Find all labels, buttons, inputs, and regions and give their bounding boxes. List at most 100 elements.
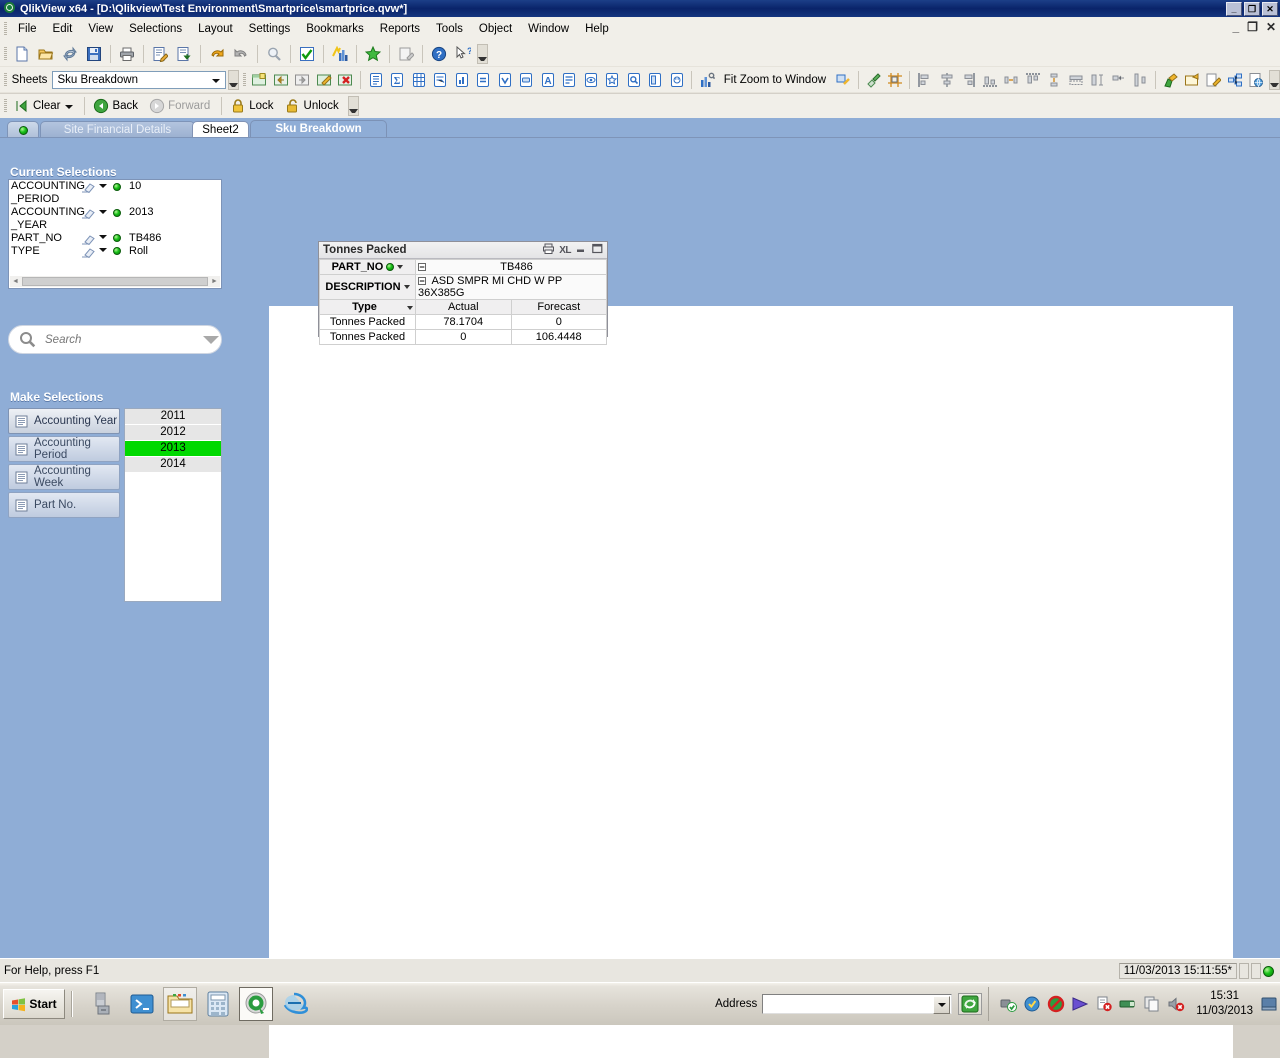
document-restore-button[interactable]: ❐ (1247, 20, 1258, 34)
chart-properties-icon[interactable] (697, 69, 717, 90)
clear-field-eraser-icon[interactable] (81, 206, 99, 219)
window-minimize-button[interactable]: _ (1226, 2, 1242, 16)
scroll-left-arrow-icon[interactable]: ◄ (10, 278, 21, 285)
sheet-tab-sheet2[interactable]: Sheet2 (192, 121, 249, 138)
sheet-status-tab[interactable] (7, 121, 39, 138)
unlock-button[interactable]: Unlock (281, 96, 346, 117)
document-close-button[interactable]: ✕ (1266, 20, 1276, 34)
selection-button-part-no[interactable]: Part No. (8, 492, 120, 518)
remove-sheet-icon[interactable] (336, 69, 356, 90)
row-header-part-no[interactable]: PART_NO (319, 259, 416, 275)
scroll-thumb[interactable] (22, 277, 208, 286)
reload-icon[interactable] (59, 43, 81, 64)
minimize-object-icon[interactable] (576, 243, 587, 257)
statistics-box-icon[interactable]: Σ (387, 69, 407, 90)
cell-actual[interactable]: 78.1704 (415, 314, 512, 330)
text-object-icon[interactable]: A (538, 69, 558, 90)
pivot-table-grid[interactable]: PART_NO − TB486 DESCRIPTION − ASD SMPR M… (319, 259, 607, 345)
sheet-properties-icon[interactable] (314, 69, 334, 90)
back-button[interactable]: Back (89, 96, 145, 117)
menu-file[interactable]: File (10, 20, 45, 38)
list-item-selected[interactable]: 2013 (125, 441, 221, 457)
align-top-icon[interactable] (1023, 69, 1043, 90)
align-bottom-icon[interactable] (980, 69, 1000, 90)
selection-button-accounting-week[interactable]: Accounting Week (8, 464, 120, 490)
new-document-icon[interactable] (11, 43, 33, 64)
search-object[interactable] (8, 325, 222, 354)
address-input[interactable] (762, 994, 953, 1014)
expression-icon[interactable] (473, 69, 493, 90)
bookmark-star-icon[interactable] (362, 43, 384, 64)
sheet-combo-overflow[interactable] (227, 69, 239, 90)
multi-box-icon[interactable] (430, 69, 450, 90)
search-object-icon[interactable] (624, 69, 644, 90)
design-toolbar-overflow[interactable] (1269, 69, 1280, 90)
media-player-icon[interactable] (1069, 993, 1091, 1015)
zoom-icon[interactable] (833, 69, 853, 90)
menu-help[interactable]: Help (577, 20, 617, 38)
standard-toolbar-grip[interactable] (4, 46, 7, 61)
menu-settings[interactable]: Settings (241, 20, 299, 38)
menu-edit[interactable]: Edit (45, 20, 81, 38)
chevron-down-icon[interactable] (397, 265, 404, 270)
table-row-description[interactable]: DESCRIPTION − ASD SMPR MI CHD W PP 36X38… (319, 274, 607, 300)
internet-explorer-icon[interactable] (277, 987, 311, 1021)
note-icon[interactable] (395, 43, 417, 64)
export-icon[interactable] (173, 43, 195, 64)
space-equal-icon[interactable] (1109, 69, 1129, 90)
current-selection-row[interactable]: ACCOUNTING _PERIOD 10 (9, 180, 221, 206)
open-document-icon[interactable] (35, 43, 57, 64)
container-icon[interactable] (645, 69, 665, 90)
web-view-icon[interactable] (1247, 69, 1267, 90)
current-selections-icon[interactable] (581, 69, 601, 90)
export-to-excel-icon[interactable]: XL (559, 245, 571, 256)
format-painter-icon[interactable] (863, 69, 883, 90)
menu-tools[interactable]: Tools (428, 20, 471, 38)
window-close-button[interactable]: ✕ (1262, 2, 1278, 16)
field-dropdown-icon[interactable] (99, 180, 113, 188)
list-item[interactable]: 2012 (125, 425, 221, 441)
chevron-down-icon[interactable] (403, 285, 410, 290)
row-header-description[interactable]: DESCRIPTION (319, 274, 416, 300)
sheet-toolbar-grip[interactable] (4, 72, 7, 87)
redo-icon[interactable] (230, 43, 252, 64)
sheet-tab-site-financial-details[interactable]: Site Financial Details (40, 121, 195, 138)
same-width-icon[interactable] (1066, 69, 1086, 90)
list-item[interactable]: 2011 (125, 409, 221, 425)
clear-dropdown-icon[interactable] (65, 100, 74, 112)
fit-zoom-to-window-label[interactable]: Fit Zoom to Window (724, 74, 826, 86)
current-selections-box[interactable]: ACCOUNTING _PERIOD 10 ACCOUNTING _YEAR 2… (8, 179, 222, 289)
table-row[interactable]: Tonnes Packed 0 106.4448 (319, 329, 607, 345)
design-grid-icon[interactable] (1130, 69, 1150, 90)
update-icon[interactable] (1021, 993, 1043, 1015)
start-button[interactable]: Start (3, 989, 65, 1019)
new-object-icon[interactable] (1182, 69, 1202, 90)
table-row-type-header[interactable]: Type Actual Forecast (319, 299, 607, 315)
save-icon[interactable] (83, 43, 105, 64)
undo-icon[interactable] (206, 43, 228, 64)
taskbar-clock[interactable]: 15:31 11/03/2013 (1196, 989, 1253, 1019)
check-box-icon[interactable] (495, 69, 515, 90)
list-item[interactable]: 2014 (125, 457, 221, 473)
navigation-toolbar-grip[interactable] (4, 99, 7, 113)
clear-field-eraser-icon[interactable] (81, 245, 99, 258)
bar-chart-icon[interactable] (452, 69, 472, 90)
button-icon[interactable] (516, 69, 536, 90)
menu-grip[interactable] (4, 22, 7, 36)
window-maximize-button[interactable]: ❐ (1244, 2, 1260, 16)
chevron-down-icon[interactable] (407, 306, 413, 310)
show-desktop-icon[interactable] (1261, 989, 1277, 1019)
search-dropdown-icon[interactable] (203, 335, 219, 344)
network-card-icon[interactable] (1117, 993, 1139, 1015)
current-selection-row[interactable]: ACCOUNTING _YEAR 2013 (9, 206, 221, 232)
themes-icon[interactable] (1161, 69, 1181, 90)
link-objects-icon[interactable] (1225, 69, 1245, 90)
sheet-selector-combo[interactable]: Sku Breakdown (52, 70, 226, 89)
clear-button[interactable]: Clear (10, 96, 80, 117)
select-possible-icon[interactable] (296, 43, 318, 64)
bookmark-object-icon[interactable] (602, 69, 622, 90)
column-header-forecast[interactable]: Forecast (510, 299, 607, 315)
accounting-year-list-box[interactable]: 2011 2012 2013 2014 (124, 408, 222, 602)
list-box-icon[interactable] (366, 69, 386, 90)
lock-button[interactable]: Lock (226, 96, 280, 117)
